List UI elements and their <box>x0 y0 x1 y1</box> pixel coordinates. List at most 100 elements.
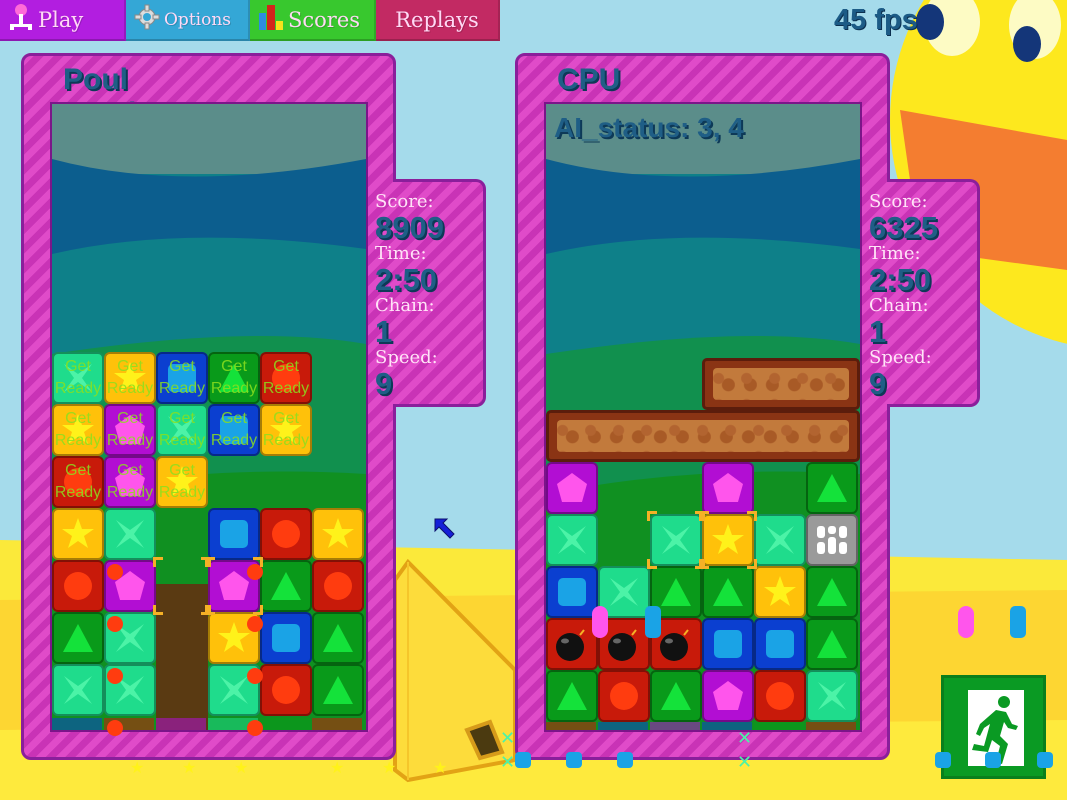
get-ready-label: Get Ready <box>54 354 102 402</box>
green-block[interactable] <box>52 612 104 664</box>
red-spark <box>107 616 123 632</box>
yellow-symbol-icon <box>322 518 354 548</box>
get-ready-line: Ready <box>54 380 102 397</box>
purple-block[interactable] <box>702 462 754 514</box>
next-row-block <box>156 718 206 730</box>
teal-block[interactable] <box>52 664 104 716</box>
yellow-block[interactable] <box>52 508 104 560</box>
purple-block[interactable] <box>546 462 598 514</box>
green-symbol-icon <box>817 578 847 606</box>
green-block[interactable] <box>260 560 312 612</box>
yellow-block[interactable]: Get Ready <box>156 456 208 508</box>
green-block[interactable] <box>312 612 364 664</box>
get-ready-line: Ready <box>262 380 310 397</box>
green-block[interactable] <box>702 566 754 618</box>
garbage-block[interactable] <box>702 358 860 410</box>
next-row-block <box>650 722 700 730</box>
green-symbol-icon <box>63 624 93 652</box>
speed-value: 9 <box>869 366 887 401</box>
replays-button[interactable]: Replays <box>376 0 500 41</box>
blue-spark <box>645 606 661 638</box>
yellow-block[interactable] <box>754 566 806 618</box>
teal-block[interactable] <box>806 670 858 722</box>
green-block[interactable] <box>806 618 858 670</box>
options-button[interactable]: Options <box>126 0 250 41</box>
get-ready-line: Ready <box>210 380 258 397</box>
garbage-block[interactable] <box>546 410 860 462</box>
get-ready-label: Get Ready <box>262 406 310 454</box>
yellow-block[interactable]: Get Ready <box>260 404 312 456</box>
red-block[interactable] <box>260 508 312 560</box>
red-block[interactable]: Get Ready <box>260 352 312 404</box>
blue-block[interactable]: Get Ready <box>156 352 208 404</box>
player2-board[interactable]: AI_status: 3, 4 <box>544 102 862 732</box>
bomb-block[interactable] <box>546 618 598 670</box>
blue-spark <box>1010 606 1026 638</box>
player2-stats: Score: 6325 Time: 2:50 Chain: 1 Speed: 9 <box>869 192 938 400</box>
get-ready-line: Ready <box>262 432 310 449</box>
green-block[interactable] <box>312 664 364 716</box>
yellow-block[interactable] <box>312 508 364 560</box>
next-row-block <box>754 722 804 730</box>
teal-symbol-icon <box>766 526 794 554</box>
get-ready-label: Get Ready <box>106 458 154 506</box>
yellow-block[interactable]: Get Ready <box>52 404 104 456</box>
get-ready-label: Get Ready <box>158 406 206 454</box>
red-block[interactable]: Get Ready <box>52 456 104 508</box>
teal-block[interactable] <box>754 514 806 566</box>
blue-block[interactable] <box>702 618 754 670</box>
blue-spark <box>566 752 582 768</box>
get-ready-label: Get Ready <box>262 354 310 402</box>
teal-symbol-icon <box>64 676 92 704</box>
teal-block[interactable] <box>104 508 156 560</box>
red-symbol-icon <box>766 682 794 710</box>
blue-block[interactable] <box>208 508 260 560</box>
get-ready-line: Get <box>221 358 247 375</box>
ai-status: AI_status: 3, 4 <box>554 112 744 143</box>
grey-block[interactable] <box>806 514 858 566</box>
green-block[interactable] <box>806 462 858 514</box>
yellow-block[interactable]: Get Ready <box>104 352 156 404</box>
blue-block[interactable] <box>260 612 312 664</box>
mouse-pointer-icon <box>432 516 458 546</box>
red-block[interactable] <box>754 670 806 722</box>
purple-block[interactable]: Get Ready <box>104 404 156 456</box>
green-block[interactable] <box>806 566 858 618</box>
joystick-icon <box>8 2 34 37</box>
red-block[interactable] <box>52 560 104 612</box>
cpu-cursor <box>747 511 757 521</box>
teal-block[interactable] <box>546 514 598 566</box>
player1-board[interactable]: Get Ready Get Ready Get Ready Get Ready Get Ready… <box>50 102 368 732</box>
get-ready-line: Ready <box>158 484 206 501</box>
purple-block[interactable] <box>702 670 754 722</box>
purple-block[interactable]: Get Ready <box>104 456 156 508</box>
main-menu: Play Options Scores Replays <box>0 0 500 41</box>
blue-block[interactable]: Get Ready <box>208 404 260 456</box>
star-spark: ★ <box>130 758 145 777</box>
teal-symbol-icon <box>818 682 846 710</box>
scores-label: Scores <box>288 7 361 32</box>
scores-button[interactable]: Scores <box>250 0 376 41</box>
play-button[interactable]: Play <box>0 0 126 41</box>
yellow-symbol-icon <box>764 576 796 606</box>
green-block[interactable] <box>546 670 598 722</box>
blue-block[interactable] <box>546 566 598 618</box>
cpu-cursor <box>699 511 709 521</box>
green-block[interactable] <box>650 670 702 722</box>
get-ready-line: Ready <box>158 380 206 397</box>
red-block[interactable] <box>598 670 650 722</box>
red-block[interactable] <box>312 560 364 612</box>
teal-block[interactable]: Get Ready <box>52 352 104 404</box>
get-ready-line: Ready <box>106 432 154 449</box>
pink-spark <box>958 606 974 638</box>
next-row-block <box>598 722 648 730</box>
speed-value: 9 <box>375 366 393 401</box>
teal-block[interactable]: Get Ready <box>156 404 208 456</box>
green-block[interactable]: Get Ready <box>208 352 260 404</box>
get-ready-label: Get Ready <box>54 458 102 506</box>
blue-block[interactable] <box>754 618 806 670</box>
player-cursor <box>205 605 215 615</box>
red-block[interactable] <box>260 664 312 716</box>
get-ready-label: Get Ready <box>158 458 206 506</box>
next-row-block <box>260 718 310 730</box>
